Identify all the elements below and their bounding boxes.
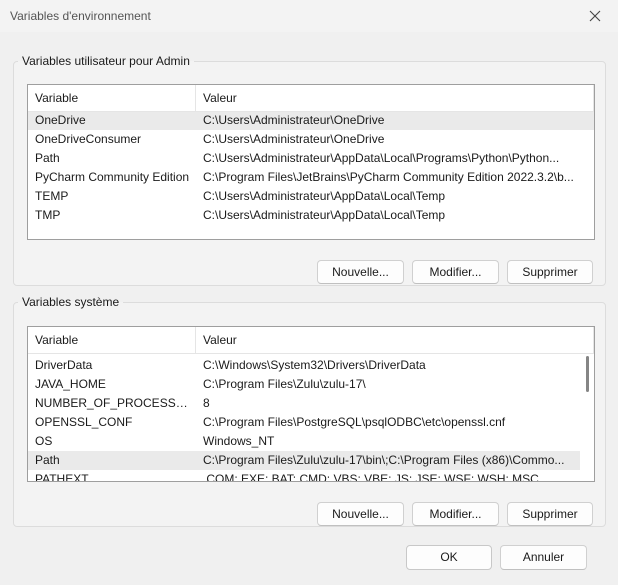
variable-name-cell: OS xyxy=(35,434,53,448)
list-header: Variable Valeur xyxy=(28,85,594,112)
vertical-scrollbar[interactable] xyxy=(582,354,594,481)
system-variables-list[interactable]: Variable Valeur DriverData C:\Windows\Sys… xyxy=(27,326,595,482)
table-row[interactable]: NUMBER_OF_PROCESSORS 8 xyxy=(28,394,580,413)
title-bar: Variables d'environnement xyxy=(0,0,618,32)
variable-value-cell: C:\Program Files\PostgreSQL\psqlODBC\etc… xyxy=(203,415,506,429)
column-header-variable[interactable]: Variable xyxy=(28,327,196,353)
variable-value-cell: C:\Users\Administrateur\AppData\Local\Te… xyxy=(203,208,446,222)
system-variables-legend: Variables système xyxy=(22,295,120,309)
variable-value-cell: C:\Program Files\Zulu\zulu-17\ xyxy=(203,377,366,391)
variable-value-cell: C:\Users\Administrateur\AppData\Local\Te… xyxy=(203,189,446,203)
variable-value-cell: C:\Program Files\JetBrains\PyCharm Commu… xyxy=(203,170,574,184)
variable-name-cell: Path xyxy=(35,151,60,165)
variable-name-cell: PyCharm Community Edition xyxy=(35,170,190,184)
system-edit-button[interactable]: Modifier... xyxy=(412,502,499,526)
variable-name-cell: DriverData xyxy=(35,358,93,372)
table-row[interactable]: OneDrive C:\Users\Administrateur\OneDrive xyxy=(28,111,594,130)
close-icon xyxy=(589,10,601,22)
table-row[interactable]: JAVA_HOME C:\Program Files\Zulu\zulu-17\ xyxy=(28,375,580,394)
column-header-value[interactable]: Valeur xyxy=(196,85,594,111)
user-edit-button[interactable]: Modifier... xyxy=(412,260,499,284)
user-variables-rows: OneDrive C:\Users\Administrateur\OneDrive… xyxy=(28,111,594,225)
table-row[interactable]: Path C:\Program Files\Zulu\zulu-17\bin\;C… xyxy=(28,451,580,470)
table-row[interactable]: TEMP C:\Users\Administrateur\AppData\Loca… xyxy=(28,187,594,206)
table-row[interactable]: PATHEXT .COM;.EXE;.BAT;.CMD;.VBS;.VBE;.JS… xyxy=(28,470,580,481)
variable-name-cell: OneDrive xyxy=(35,113,86,127)
variable-name-cell: NUMBER_OF_PROCESSORS xyxy=(35,396,196,410)
variable-value-cell: C:\Users\Administrateur\AppData\Local\Pr… xyxy=(203,151,560,165)
variable-name-cell: TMP xyxy=(35,208,61,222)
variable-value-cell: C:\Windows\System32\Drivers\DriverData xyxy=(203,358,426,372)
ok-button[interactable]: OK xyxy=(406,545,492,570)
variable-name-cell: JAVA_HOME xyxy=(35,377,106,391)
variable-value-cell: C:\Users\Administrateur\OneDrive xyxy=(203,113,385,127)
user-new-button[interactable]: Nouvelle... xyxy=(317,260,404,284)
user-variables-list[interactable]: Variable Valeur OneDrive C:\Users\Adminis… xyxy=(27,84,595,240)
table-row[interactable]: PyCharm Community Edition C:\Program File… xyxy=(28,168,594,187)
table-row[interactable]: Path C:\Users\Administrateur\AppData\Loca… xyxy=(28,149,594,168)
variable-name-cell: TEMP xyxy=(35,189,69,203)
column-header-variable[interactable]: Variable xyxy=(28,85,196,111)
close-button[interactable] xyxy=(572,0,618,32)
scrollbar-thumb[interactable] xyxy=(586,356,589,392)
variable-name-cell: OneDriveConsumer xyxy=(35,132,142,146)
user-variables-group: Variables utilisateur pour Admin Variabl… xyxy=(13,54,606,286)
variable-name-cell: OPENSSL_CONF xyxy=(35,415,133,429)
user-variables-legend: Variables utilisateur pour Admin xyxy=(22,54,190,68)
variable-value-cell: C:\Users\Administrateur\OneDrive xyxy=(203,132,385,146)
cancel-button[interactable]: Annuler xyxy=(500,545,587,570)
variable-name-cell: Path xyxy=(35,453,60,467)
variable-value-cell: C:\Program Files\Zulu\zulu-17\bin\;C:\Pr… xyxy=(203,453,565,467)
user-delete-button[interactable]: Supprimer xyxy=(507,260,593,284)
list-header: Variable Valeur xyxy=(28,327,594,354)
table-row[interactable]: TMP C:\Users\Administrateur\AppData\Local… xyxy=(28,206,594,225)
variable-value-cell: 8 xyxy=(203,396,210,410)
table-row[interactable]: DriverData C:\Windows\System32\Drivers\Dr… xyxy=(28,356,580,375)
column-header-value[interactable]: Valeur xyxy=(196,327,594,353)
variable-value-cell: Windows_NT xyxy=(203,434,275,448)
variable-value-cell: .COM;.EXE;.BAT;.CMD;.VBS;.VBE;.JS;.JSE;.… xyxy=(203,472,539,481)
variable-name-cell: PATHEXT xyxy=(35,472,89,481)
window-title: Variables d'environnement xyxy=(10,9,151,23)
table-row[interactable]: OPENSSL_CONF C:\Program Files\PostgreSQL\… xyxy=(28,413,580,432)
table-row[interactable]: OS Windows_NT xyxy=(28,432,580,451)
table-row[interactable]: OneDriveConsumer C:\Users\Administrateur\… xyxy=(28,130,594,149)
system-delete-button[interactable]: Supprimer xyxy=(507,502,593,526)
system-new-button[interactable]: Nouvelle... xyxy=(317,502,404,526)
system-variables-rows: DriverData C:\Windows\System32\Drivers\Dr… xyxy=(28,354,580,481)
system-variables-group: Variables système Variable Valeur Driver… xyxy=(13,295,606,527)
